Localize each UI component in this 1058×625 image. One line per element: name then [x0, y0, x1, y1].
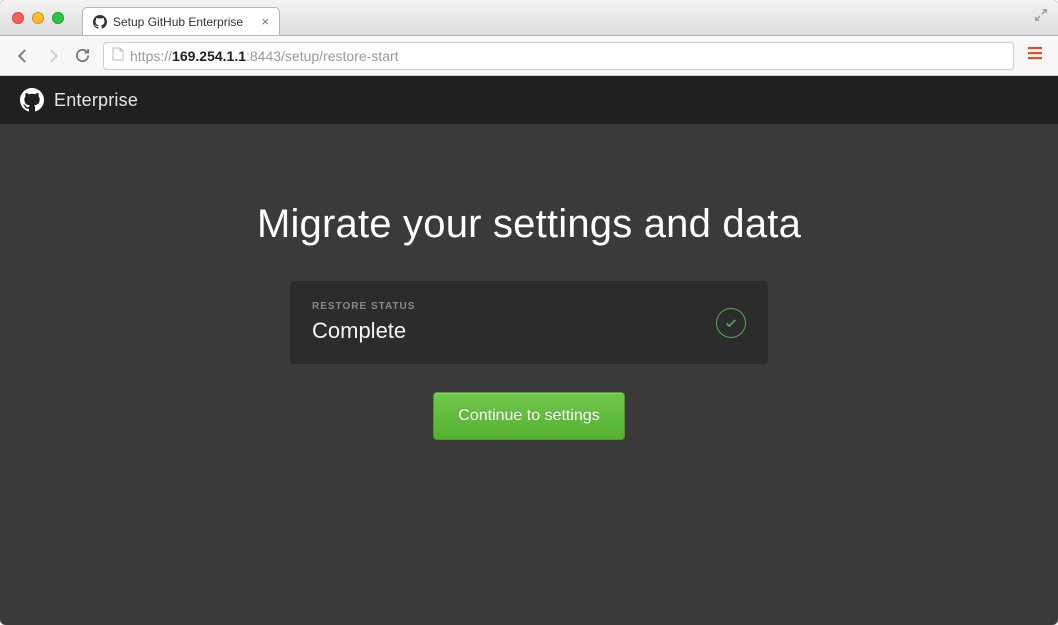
github-logo-icon [20, 88, 44, 112]
browser-tab[interactable]: Setup GitHub Enterprise × [82, 7, 280, 35]
page-icon [112, 47, 124, 64]
chrome-menu-icon[interactable] [1026, 44, 1044, 67]
url-text: https://169.254.1.1:8443/setup/restore-s… [130, 48, 399, 64]
back-button[interactable] [14, 47, 32, 65]
browser-toolbar: https://169.254.1.1:8443/setup/restore-s… [0, 36, 1058, 76]
close-tab-icon[interactable]: × [261, 15, 269, 28]
main-panel: Migrate your settings and data RESTORE S… [0, 124, 1058, 625]
app-header: Enterprise [0, 76, 1058, 124]
brand-name: Enterprise [54, 90, 138, 111]
zoom-window-button[interactable] [52, 12, 64, 24]
checkmark-icon [716, 308, 746, 338]
minimize-window-button[interactable] [32, 12, 44, 24]
fullscreen-icon[interactable] [1034, 8, 1048, 27]
restore-status-card: RESTORE STATUS Complete [290, 281, 768, 364]
address-bar[interactable]: https://169.254.1.1:8443/setup/restore-s… [103, 42, 1014, 70]
browser-window: Setup GitHub Enterprise × https://169.25… [0, 0, 1058, 625]
page-title: Migrate your settings and data [257, 202, 801, 247]
status-label: RESTORE STATUS [312, 301, 415, 312]
github-favicon-icon [93, 15, 107, 29]
reload-button[interactable] [74, 47, 91, 64]
close-window-button[interactable] [12, 12, 24, 24]
traffic-lights [0, 12, 64, 24]
url-path: /setup/restore-start [281, 48, 399, 64]
continue-to-settings-button[interactable]: Continue to settings [433, 392, 624, 440]
forward-button[interactable] [44, 47, 62, 65]
url-protocol: https:// [130, 48, 172, 64]
url-host: 169.254.1.1 [172, 48, 246, 64]
page-content: Enterprise Migrate your settings and dat… [0, 76, 1058, 625]
status-value: Complete [312, 318, 415, 344]
status-text-group: RESTORE STATUS Complete [312, 301, 415, 344]
url-port: :8443 [246, 48, 281, 64]
tab-title: Setup GitHub Enterprise [113, 15, 255, 29]
window-titlebar: Setup GitHub Enterprise × [0, 0, 1058, 36]
